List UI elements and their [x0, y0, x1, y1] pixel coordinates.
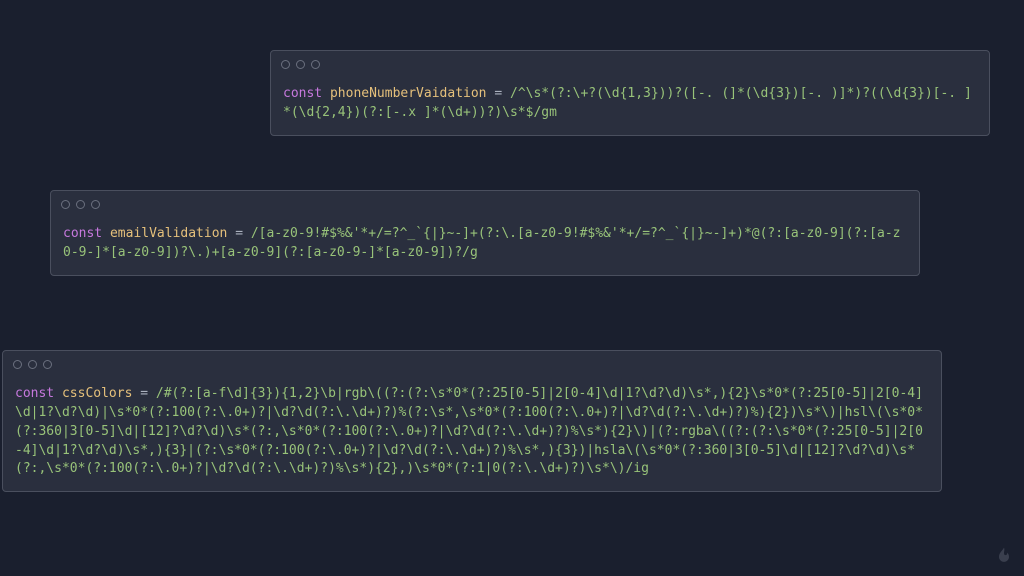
assign-op: = [132, 386, 155, 401]
minimize-icon[interactable] [296, 60, 305, 69]
code-window-email: const emailValidation = /[a-z0-9!#$%&'*+… [50, 190, 920, 276]
assign-op: = [227, 226, 250, 241]
window-titlebar[interactable] [51, 191, 919, 217]
minimize-icon[interactable] [28, 360, 37, 369]
close-icon[interactable] [13, 360, 22, 369]
variable-name: cssColors [62, 386, 132, 401]
variable-name: emailValidation [110, 226, 227, 241]
flame-icon [994, 544, 1014, 568]
close-icon[interactable] [61, 200, 70, 209]
keyword-const: const [15, 386, 54, 401]
code-body: const phoneNumberVaidation = /^\s*(?:\+?… [271, 77, 989, 135]
maximize-icon[interactable] [43, 360, 52, 369]
code-body: const emailValidation = /[a-z0-9!#$%&'*+… [51, 217, 919, 275]
keyword-const: const [63, 226, 102, 241]
variable-name: phoneNumberVaidation [330, 86, 487, 101]
keyword-const: const [283, 86, 322, 101]
code-window-phone: const phoneNumberVaidation = /^\s*(?:\+?… [270, 50, 990, 136]
assign-op: = [487, 86, 510, 101]
window-titlebar[interactable] [271, 51, 989, 77]
maximize-icon[interactable] [311, 60, 320, 69]
maximize-icon[interactable] [91, 200, 100, 209]
window-titlebar[interactable] [3, 351, 941, 377]
code-body: const cssColors = /#(?:[a-f\d]{3}){1,2}\… [3, 377, 941, 491]
minimize-icon[interactable] [76, 200, 85, 209]
code-window-csscolors: const cssColors = /#(?:[a-f\d]{3}){1,2}\… [2, 350, 942, 492]
close-icon[interactable] [281, 60, 290, 69]
